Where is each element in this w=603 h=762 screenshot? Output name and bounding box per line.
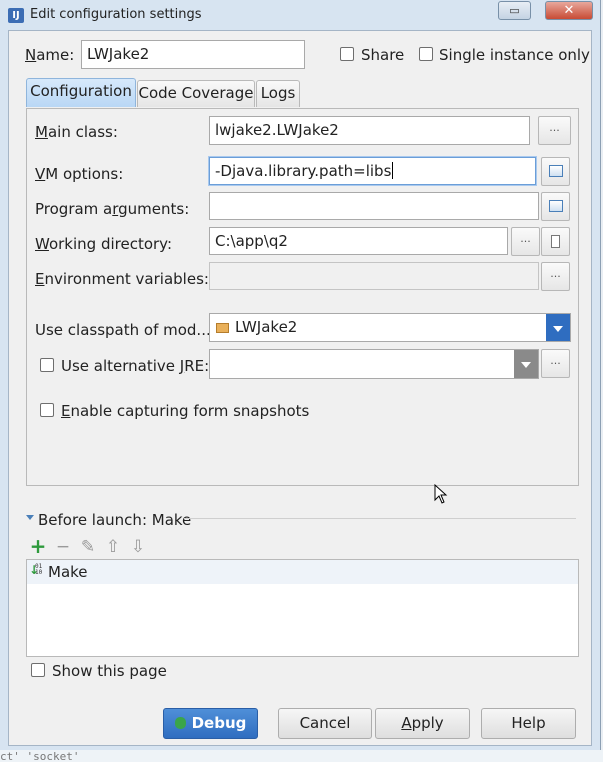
ellipsis-icon: ... — [520, 232, 531, 245]
alternative-jre-label: Use alternative JRE: — [61, 357, 210, 375]
before-launch-title: Before launch: Make — [38, 511, 192, 529]
move-up-icon[interactable]: ⇧ — [104, 539, 122, 556]
remove-icon[interactable]: − — [54, 539, 72, 556]
expand-editor-icon — [548, 165, 563, 177]
close-button[interactable]: ✕ — [545, 1, 593, 20]
program-arguments-expand-button[interactable] — [541, 192, 570, 221]
title-bar[interactable]: IJ Edit configuration settings ▭ ✕ — [0, 0, 600, 30]
cancel-button[interactable]: Cancel — [278, 708, 372, 739]
classpath-module-value: LWJake2 — [235, 318, 298, 336]
collapse-triangle-icon[interactable] — [26, 515, 34, 520]
name-input[interactable]: LWJake2 — [81, 40, 305, 69]
working-directory-input[interactable]: C:\app\q2 — [209, 227, 508, 255]
text-caret — [392, 162, 394, 179]
ellipsis-icon: ... — [550, 267, 561, 280]
working-directory-label: Working directory: — [35, 235, 173, 253]
debug-label: Debug — [191, 714, 247, 732]
edit-icon[interactable]: ✎ — [79, 539, 97, 556]
share-label: Share — [361, 46, 405, 64]
program-arguments-label: Program arguments: — [35, 200, 190, 218]
binary-icon: 01 10 — [35, 563, 43, 576]
classpath-module-label: Use classpath of mod... — [35, 321, 211, 339]
add-icon[interactable]: + — [29, 536, 47, 556]
debug-button[interactable]: Debug — [163, 708, 258, 739]
single-instance-label: Single instance only — [439, 46, 590, 64]
apply-button[interactable]: Apply — [375, 708, 470, 739]
program-arguments-input[interactable] — [209, 192, 539, 220]
intellij-app-icon: IJ — [8, 8, 24, 23]
capture-snapshots-label: Enable capturing form snapshots — [61, 402, 310, 420]
debug-bug-icon — [174, 717, 186, 729]
show-page-label: Show this page — [52, 662, 167, 680]
main-class-browse-button[interactable]: ... — [538, 116, 571, 145]
dialog-content: Name: LWJake2 Share Single instance only… — [8, 30, 592, 746]
show-page-checkbox[interactable] — [31, 663, 45, 677]
tab-configuration[interactable]: Configuration — [26, 78, 136, 107]
environment-variables-input[interactable] — [209, 262, 539, 290]
environment-variables-browse-button[interactable]: ... — [541, 262, 570, 291]
chevron-down-icon — [514, 350, 538, 378]
working-directory-macro-button[interactable] — [541, 227, 570, 256]
working-directory-browse-button[interactable]: ... — [511, 227, 540, 256]
share-checkbox[interactable] — [340, 47, 354, 61]
chevron-down-icon — [546, 314, 570, 341]
vm-options-label: VM options: — [35, 165, 124, 183]
ellipsis-icon: ... — [549, 121, 560, 134]
main-class-label: Main class: — [35, 123, 118, 141]
module-folder-icon — [216, 323, 229, 333]
tab-code-coverage[interactable]: Code Coverage — [137, 80, 255, 107]
restore-icon: ▭ — [509, 4, 520, 17]
single-instance-checkbox[interactable] — [419, 47, 433, 61]
list-item[interactable]: ↓ 01 10 Make — [27, 560, 578, 584]
restore-button[interactable]: ▭ — [498, 1, 531, 20]
help-button[interactable]: Help — [481, 708, 576, 739]
classpath-module-select[interactable]: LWJake2 — [209, 313, 571, 342]
close-icon: ✕ — [563, 3, 575, 18]
capture-snapshots-checkbox[interactable] — [40, 403, 54, 417]
move-down-icon[interactable]: ⇩ — [129, 539, 147, 556]
alternative-jre-browse-button[interactable]: ... — [541, 349, 570, 378]
document-icon — [551, 235, 560, 248]
configuration-panel: Main class: lwjake2.LWJake2 ... VM optio… — [26, 108, 579, 486]
window-title: Edit configuration settings — [30, 7, 202, 22]
environment-variables-label: Environment variables: — [35, 270, 209, 288]
alternative-jre-select[interactable] — [209, 349, 539, 379]
background-editor-text: ct' 'socket' — [0, 750, 603, 762]
main-class-input[interactable]: lwjake2.LWJake2 — [209, 116, 530, 145]
vm-options-expand-button[interactable] — [541, 157, 570, 186]
mouse-cursor-icon — [434, 484, 448, 504]
vm-options-input[interactable]: -Djava.library.path=libs — [209, 157, 536, 185]
expand-editor-icon — [548, 200, 563, 212]
list-item-label: Make — [48, 563, 88, 581]
name-label: Name: — [25, 46, 75, 64]
vm-options-value: -Djava.library.path=libs — [215, 162, 392, 180]
before-launch-list: ↓ 01 10 Make — [26, 559, 579, 657]
dialog-window: IJ Edit configuration settings ▭ ✕ Name:… — [0, 0, 601, 753]
before-launch-separator — [184, 518, 576, 519]
alternative-jre-checkbox[interactable] — [40, 358, 54, 372]
ellipsis-icon: ... — [550, 354, 561, 367]
make-icon: ↓ 01 10 — [29, 564, 43, 579]
tab-logs[interactable]: Logs — [256, 80, 300, 107]
